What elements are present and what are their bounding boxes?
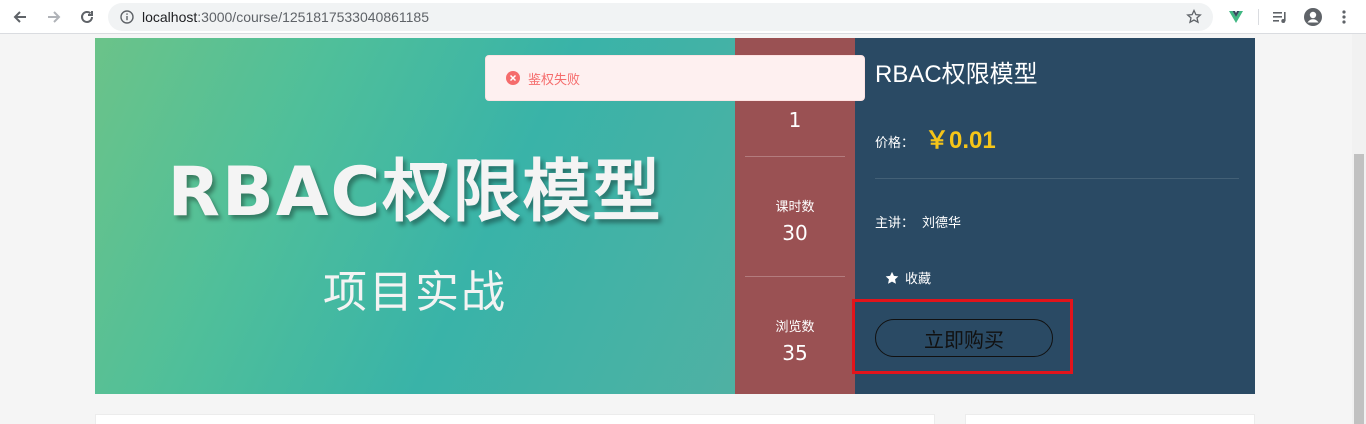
stat-value: 35	[782, 341, 808, 365]
star-icon	[885, 271, 899, 284]
back-icon[interactable]	[8, 5, 32, 29]
site-info-icon[interactable]	[118, 8, 136, 26]
stat-label: 浏览数	[775, 320, 815, 335]
price-label: 价格：	[875, 136, 915, 151]
stat-value: 1	[788, 108, 802, 132]
favorite-label: 收藏	[905, 272, 932, 287]
toast-message: 鉴权失败	[528, 72, 581, 88]
teacher-info: 主讲： 刘德华	[875, 212, 961, 231]
profile-avatar-icon[interactable]	[1301, 5, 1325, 29]
stat-item: 课时数 30	[745, 196, 845, 245]
bookmark-star-icon[interactable]	[1185, 8, 1203, 26]
scrollbar-thumb[interactable]	[1354, 154, 1364, 424]
forward-icon[interactable]	[42, 5, 66, 29]
price-value: ￥0.01	[925, 127, 996, 154]
sidebar-card	[965, 414, 1255, 424]
error-toast: 鉴权失败	[485, 55, 865, 101]
content-card	[95, 414, 935, 424]
stat-label: 课时数	[775, 200, 815, 215]
stat-divider	[745, 276, 845, 277]
error-circle-icon	[506, 71, 520, 85]
stat-value: 30	[782, 221, 808, 245]
info-divider	[875, 178, 1239, 179]
reload-icon[interactable]	[75, 5, 99, 29]
url-text[interactable]: localhost:3000/course/125181753304086118…	[142, 9, 429, 25]
menu-kebab-icon[interactable]	[1332, 5, 1356, 29]
address-bar[interactable]: localhost:3000/course/125181753304086118…	[108, 3, 1213, 31]
highlight-annotation	[852, 299, 1073, 374]
page-content: RBAC权限模型 项目实战 1 课时数 30 浏览数 35 RBAC权限模型 价…	[0, 34, 1352, 424]
stat-divider	[745, 156, 845, 157]
stat-item: 浏览数 35	[745, 316, 845, 365]
course-title: RBAC权限模型	[875, 61, 1038, 88]
url-path: :3000/course/1251817533040861185	[197, 9, 429, 25]
teacher-name: 刘德华	[922, 216, 962, 231]
media-controls-icon[interactable]	[1268, 5, 1292, 29]
toolbar-separator	[1258, 9, 1259, 25]
favorite-button[interactable]: 收藏	[885, 268, 931, 287]
browser-toolbar: localhost:3000/course/125181753304086118…	[0, 0, 1366, 34]
teacher-label: 主讲：	[875, 216, 915, 231]
vue-devtools-icon[interactable]	[1224, 5, 1248, 29]
banner-title-art: RBAC权限模型	[167, 153, 663, 232]
page-scrollbar[interactable]	[1352, 34, 1366, 424]
banner-subtitle-art: 项目实战	[323, 267, 507, 318]
url-host: localhost	[142, 9, 198, 25]
stat-item: 1	[745, 102, 845, 132]
